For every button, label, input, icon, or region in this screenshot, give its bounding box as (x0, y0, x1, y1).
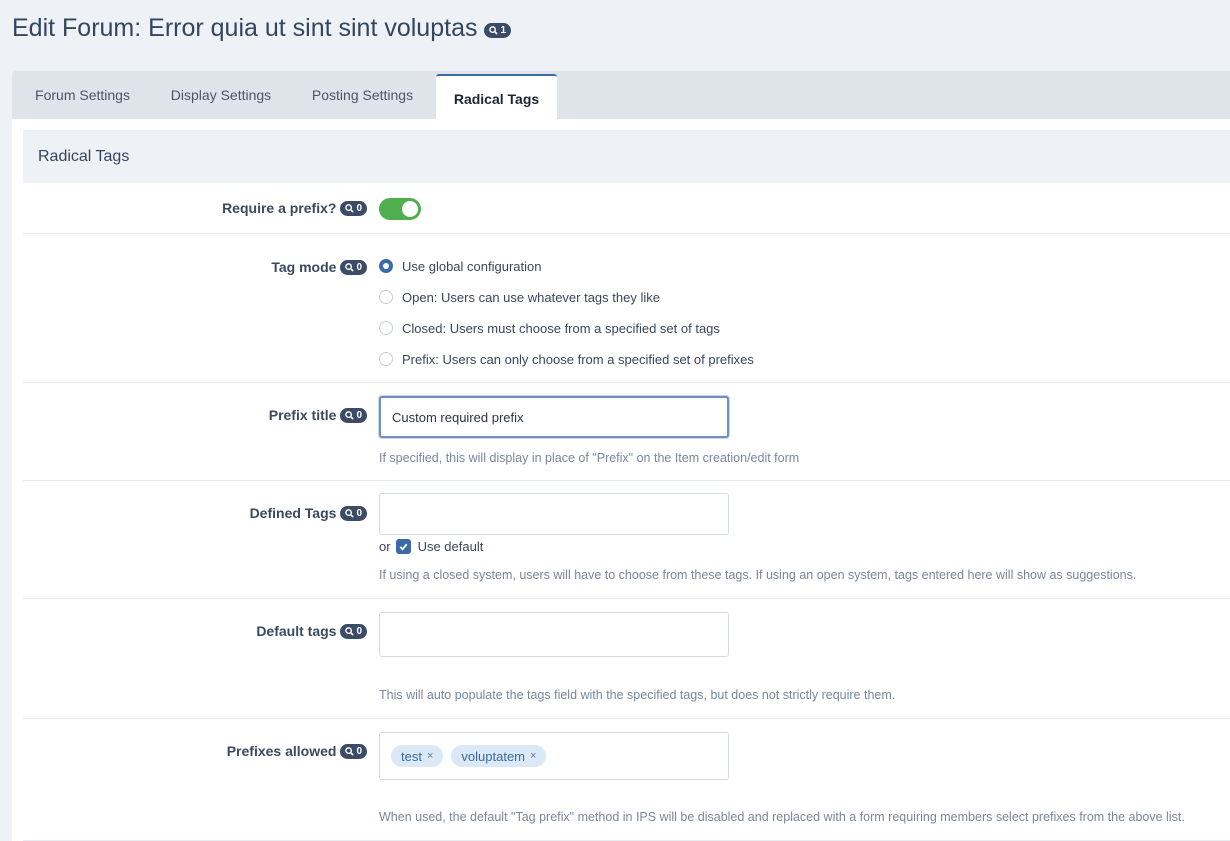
search-count-badge[interactable]: 0 (340, 259, 367, 275)
require-prefix-label: Require a prefix? 0 (222, 200, 367, 217)
search-count-badge[interactable]: 0 (340, 407, 367, 423)
remove-tag-icon[interactable]: × (530, 750, 536, 762)
row-tag-mode: Tag mode 0 Use global configuration Open:… (23, 234, 1230, 383)
tag-mode-option[interactable]: Open: Users can use whatever tags they l… (379, 287, 754, 307)
prefixes-allowed-label: Prefixes allowed 0 (227, 743, 367, 760)
tab-bar: Forum Settings Display Settings Posting … (12, 71, 1230, 121)
search-count-badge[interactable]: 0 (340, 505, 367, 521)
tag-mode-label: Tag mode 0 (271, 259, 367, 276)
section-title: Radical Tags (38, 147, 130, 165)
use-default-option[interactable]: or Use default (379, 539, 483, 554)
prefix-title-label: Prefix title 0 (269, 407, 367, 424)
search-icon (345, 410, 355, 420)
tag-mode-option[interactable]: Prefix: Users can only choose from a spe… (379, 349, 754, 369)
search-count-badge[interactable]: 0 (340, 623, 367, 639)
page-title: Edit Forum: Error quia ut sint sint volu… (12, 14, 512, 43)
default-tags-input[interactable] (379, 612, 729, 657)
search-icon (345, 626, 355, 636)
search-icon (345, 262, 355, 272)
search-count-badge[interactable]: 1 (484, 23, 512, 38)
tab-posting-settings[interactable]: Posting Settings (289, 71, 436, 119)
tag-pill: voluptatem × (451, 745, 547, 767)
prefixes-allowed-input[interactable]: test × voluptatem × (379, 732, 729, 780)
defined-tags-label: Defined Tags 0 (250, 505, 367, 522)
search-count-badge[interactable]: 0 (340, 743, 367, 759)
settings-panel: Radical Tags Require a prefix? 0 Tag mode… (12, 119, 1230, 841)
tab-forum-settings[interactable]: Forum Settings (12, 71, 153, 119)
prefix-title-description: If specified, this will display in place… (379, 451, 800, 465)
tag-mode-option[interactable]: Use global configuration (379, 256, 754, 276)
page-title-text: Edit Forum: Error quia ut sint sint volu… (12, 14, 478, 42)
radio-button[interactable] (379, 259, 393, 273)
radio-button[interactable] (379, 352, 393, 366)
defined-tags-input[interactable] (379, 493, 729, 535)
tag-pill: test × (391, 745, 444, 767)
search-icon (489, 26, 499, 35)
search-icon (345, 746, 355, 756)
defined-tags-description: If using a closed system, users will hav… (379, 568, 1137, 582)
row-prefixes-allowed: Prefixes allowed 0 test × voluptatem × When… (23, 719, 1230, 841)
row-require-prefix: Require a prefix? 0 (23, 183, 1230, 234)
tab-radical-tags[interactable]: Radical Tags (436, 74, 557, 121)
section-header: Radical Tags (23, 130, 1230, 183)
tag-mode-option[interactable]: Closed: Users must choose from a specifi… (379, 318, 754, 338)
checkmark-icon (399, 543, 407, 551)
default-tags-description: This will auto populate the tags field w… (379, 688, 896, 702)
default-tags-label: Default tags 0 (256, 623, 367, 640)
search-count-badge[interactable]: 0 (340, 200, 367, 216)
tab-display-settings[interactable]: Display Settings (153, 71, 289, 119)
tag-mode-radio-group: Use global configuration Open: Users can… (379, 256, 754, 380)
row-prefix-title: Prefix title0 If specified, this will di… (23, 383, 1230, 481)
radio-button[interactable] (379, 290, 393, 304)
prefix-title-input[interactable] (379, 396, 729, 438)
radio-button[interactable] (379, 321, 393, 335)
search-icon (345, 203, 355, 213)
remove-tag-icon[interactable]: × (427, 750, 433, 762)
require-prefix-toggle[interactable] (379, 198, 421, 220)
row-defined-tags: Defined Tags 0 or Use default If using a … (23, 481, 1230, 599)
row-default-tags: Default tags 0 This will auto populate th… (23, 599, 1230, 719)
prefixes-allowed-description: When used, the default "Tag prefix" meth… (379, 810, 1185, 824)
use-default-checkbox[interactable] (395, 539, 411, 554)
search-icon (345, 508, 355, 518)
